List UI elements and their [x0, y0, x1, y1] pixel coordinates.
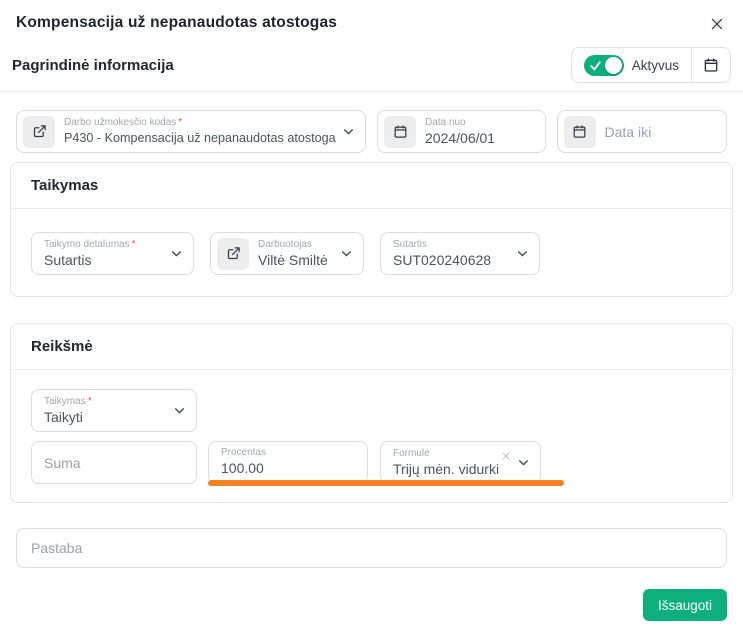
close-icon[interactable]	[707, 14, 727, 34]
field-value: 2024/06/01	[425, 130, 535, 146]
employee-select[interactable]: Darbuotojas Viltė Smiltė	[210, 232, 364, 275]
date-from-field[interactable]: Data nuo 2024/06/01	[377, 110, 546, 153]
chevron-down-icon	[173, 404, 186, 417]
chevron-down-icon	[170, 247, 183, 260]
field-content: Taikymas* Taikyti	[44, 396, 167, 425]
sum-input[interactable]	[44, 455, 186, 471]
top-fields-row: Darbo užmokesčio kodas* P430 - Kompensac…	[16, 110, 727, 153]
modal-header: Kompensacija už nepanaudotas atostogas	[0, 0, 743, 34]
page-title: Kompensacija už nepanaudotas atostogas	[16, 14, 337, 32]
contract-select[interactable]: Sutartis SUT020240628	[380, 232, 540, 275]
chevron-down-icon	[517, 456, 530, 469]
date-to-field[interactable]: Data iki	[557, 110, 728, 153]
application-detail-select[interactable]: Taikymo detalumas* Sutartis	[31, 232, 194, 275]
field-label: Taikymo detalumas	[44, 239, 130, 250]
taikymas-header: Taikymas	[11, 163, 732, 209]
field-value: P430 - Kompensacija už nepanaudotas atos…	[64, 130, 336, 146]
toggle-switch	[584, 55, 624, 76]
divider	[0, 91, 743, 92]
field-label: Sutartis	[393, 239, 427, 250]
reiksme-header: Reikšmė	[11, 324, 732, 370]
formula-select[interactable]: Formulė Trijų mėn. vidurkis	[380, 441, 541, 484]
required-mark: *	[178, 117, 182, 128]
sum-input-field	[31, 441, 197, 484]
field-label: Data nuo	[425, 117, 466, 128]
reiksme-body: Taikymas* Taikyti Procentas	[11, 370, 732, 502]
field-label: Taikymas	[44, 396, 86, 407]
chevron-down-icon	[342, 125, 355, 138]
field-value: SUT020240628	[393, 252, 510, 268]
taikymas-body: Taikymo detalumas* Sutartis Darbuotojas …	[11, 209, 732, 296]
calendar-icon	[703, 57, 719, 73]
compensation-modal: Kompensacija už nepanaudotas atostogas P…	[0, 0, 743, 644]
field-content: Darbo užmokesčio kodas* P430 - Kompensac…	[64, 117, 336, 146]
field-placeholder: Data iki	[605, 124, 717, 140]
field-label: Darbuotojas	[258, 239, 312, 250]
field-label: Procentas	[221, 447, 266, 458]
required-mark: *	[132, 239, 136, 250]
salary-code-select[interactable]: Darbo užmokesčio kodas* P430 - Kompensac…	[16, 110, 366, 153]
field-label: Formulė	[393, 448, 430, 459]
field-value: Trijų mėn. vidurkis	[393, 461, 499, 477]
calendar-icon-button[interactable]	[692, 48, 730, 82]
modal-footer: Išsaugoti	[16, 589, 727, 621]
percent-input[interactable]	[221, 460, 357, 476]
field-content: Sutartis SUT020240628	[393, 239, 510, 268]
save-button[interactable]: Išsaugoti	[643, 589, 727, 621]
field-content: Taikymo detalumas* Sutartis	[44, 239, 164, 268]
calendar-icon	[564, 116, 596, 148]
taikymas-section: Taikymas Taikymo detalumas* Sutartis	[10, 162, 733, 297]
reiksme-section: Reikšmė Taikymas* Taikyti	[10, 323, 733, 503]
external-link-icon	[23, 116, 55, 148]
field-content: Data nuo 2024/06/01	[425, 117, 535, 146]
field-label: Darbo užmokesčio kodas	[64, 117, 176, 128]
chevron-down-icon	[516, 247, 529, 260]
calendar-icon	[384, 116, 416, 148]
field-content: Data iki	[605, 124, 717, 140]
external-link-icon	[217, 238, 249, 270]
toggle-knob	[605, 57, 622, 74]
apply-select[interactable]: Taikymas* Taikyti	[31, 389, 197, 432]
clear-x-icon[interactable]	[501, 451, 511, 461]
field-content: Formulė Trijų mėn. vidurkis	[393, 448, 499, 477]
section-title: Pagrindinė informacija	[12, 57, 174, 74]
required-mark: *	[88, 396, 92, 407]
active-toggle[interactable]: Aktyvus	[572, 48, 691, 82]
main-section-header: Pagrindinė informacija Aktyvus	[12, 47, 731, 83]
check-icon	[589, 59, 602, 72]
status-toggle-group: Aktyvus	[571, 47, 731, 83]
field-content: Darbuotojas Viltė Smiltė	[258, 239, 334, 268]
percent-input-field: Procentas	[208, 441, 368, 484]
field-content: Procentas	[221, 447, 357, 478]
note-input[interactable]	[31, 540, 712, 556]
note-input-field	[16, 528, 727, 568]
toggle-label: Aktyvus	[632, 58, 679, 73]
section-title: Reikšmė	[31, 338, 93, 355]
field-value: Viltė Smiltė	[258, 252, 334, 268]
section-title: Taikymas	[31, 177, 98, 194]
field-value: Sutartis	[44, 252, 164, 268]
field-value: Taikyti	[44, 409, 167, 425]
highlight-underline	[208, 480, 564, 486]
chevron-down-icon	[340, 247, 353, 260]
